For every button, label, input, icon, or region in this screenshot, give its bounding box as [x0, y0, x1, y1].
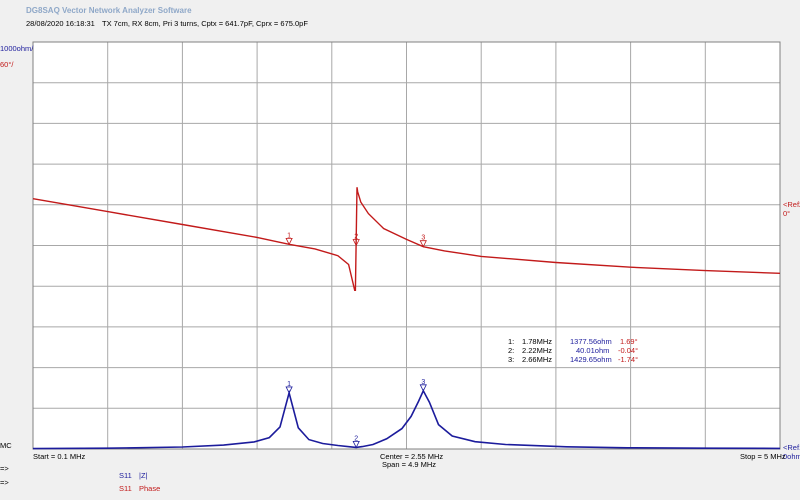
start-frequency: Start = 0.1 MHz [33, 452, 86, 461]
marker-id: 1: [508, 337, 515, 346]
marker-impedance: 1377.56ohm [570, 337, 612, 346]
marker-phase: -1.74° [618, 355, 639, 364]
phase-scale-label: 60°/ [0, 60, 14, 69]
vna-chart[interactable]: 1 1 2 2 3 3 [0, 0, 800, 500]
span-frequency: Span = 4.9 MHz [382, 460, 436, 469]
magnitude-marker-label-3: 3 [421, 379, 425, 386]
ref2-label: <Ref2 [783, 200, 800, 209]
phase-marker-label-1: 1 [287, 232, 291, 239]
marker-frequency: 2.66MHz [522, 355, 553, 364]
phase-marker-label-3: 3 [421, 235, 425, 242]
marker-impedance: 40.01ohm [576, 346, 610, 355]
legend-s11-magnitude[interactable]: S11 [119, 471, 132, 480]
phase-marker-label-2: 2 [354, 234, 358, 241]
stop-frequency: Stop = 5 MHz [740, 452, 786, 461]
legend-arrow-1: => [0, 464, 9, 473]
legend-s11-phase[interactable]: S11 [119, 484, 132, 493]
magnitude-scale-label: 1000ohm/ [0, 44, 34, 53]
marker-phase: -0.04° [618, 346, 639, 355]
legend-magnitude-trace[interactable]: |Z| [139, 471, 147, 480]
ref2-value: 0° [783, 209, 791, 218]
marker-phase: 1.69° [620, 337, 638, 346]
legend-arrow-2: => [0, 478, 9, 487]
marker-frequency: 2.22MHz [522, 346, 553, 355]
marker-frequency: 1.78MHz [522, 337, 553, 346]
marker-id: 3: [508, 355, 515, 364]
legend-phase-trace[interactable]: Phase [139, 484, 160, 493]
magnitude-marker-label-2: 2 [354, 435, 358, 442]
mc-label: MC [0, 441, 12, 450]
magnitude-marker-label-1: 1 [287, 381, 291, 388]
marker-impedance: 1429.65ohm [570, 355, 612, 364]
marker-id: 2: [508, 346, 515, 355]
ref1-label: <Ref1 [783, 443, 800, 452]
